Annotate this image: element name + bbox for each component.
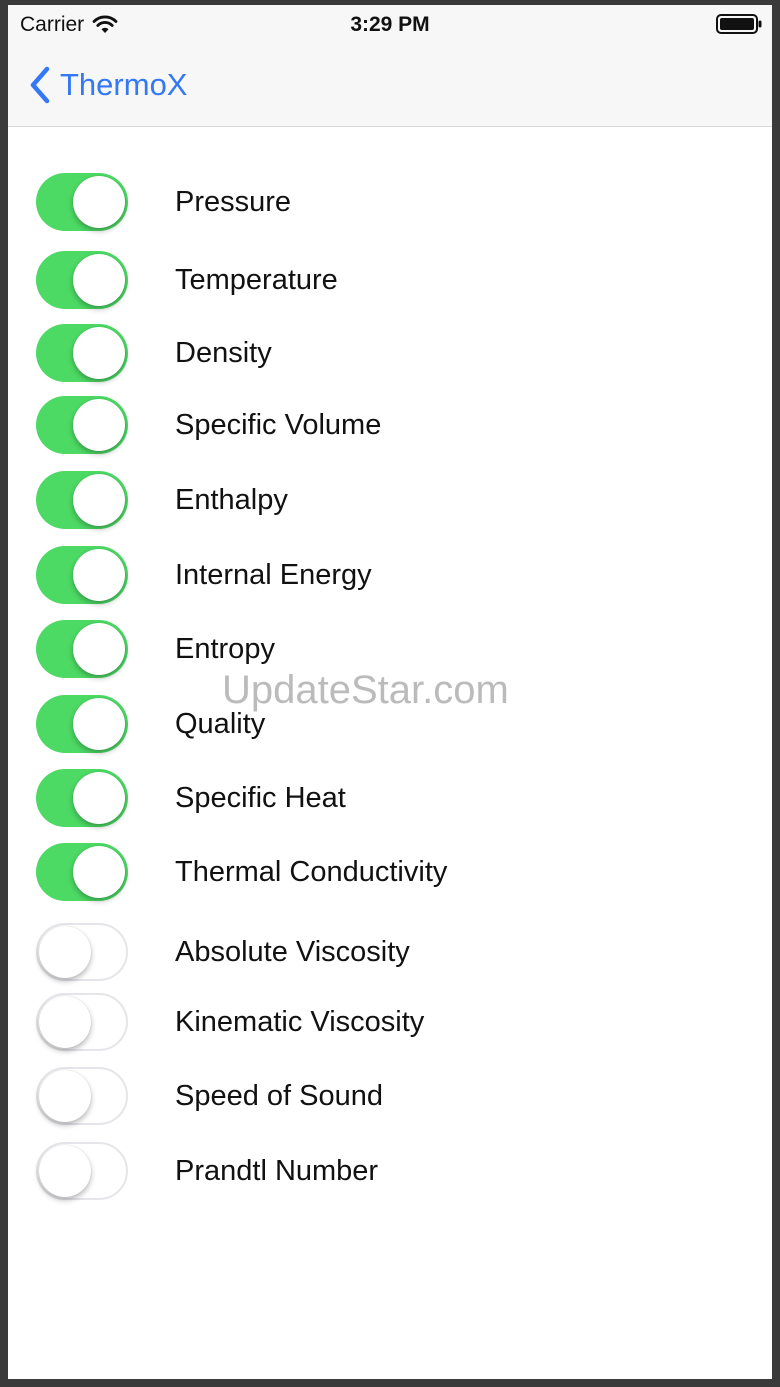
property-row-prandtl-number: Prandtl Number — [8, 1142, 772, 1202]
toggle-switch[interactable] — [36, 620, 128, 678]
toggle-switch[interactable] — [36, 173, 128, 231]
property-label: Quality — [175, 708, 266, 740]
switch-knob — [73, 254, 125, 306]
toggle-switch[interactable] — [36, 324, 128, 382]
toggle-switch[interactable] — [36, 923, 128, 981]
switch-knob — [73, 846, 125, 898]
property-label: Prandtl Number — [175, 1155, 379, 1187]
switch-knob — [39, 996, 91, 1048]
property-label: Specific Heat — [175, 782, 346, 814]
switch-knob — [39, 1070, 91, 1122]
toggle-switch[interactable] — [36, 1142, 128, 1200]
property-row-specific-volume: Specific Volume — [8, 396, 772, 456]
switch-knob — [73, 327, 125, 379]
property-row-speed-of-sound: Speed of Sound — [8, 1067, 772, 1127]
switch-knob — [39, 1145, 91, 1197]
property-row-absolute-viscosity: Absolute Viscosity — [8, 923, 772, 983]
property-label: Absolute Viscosity — [175, 936, 410, 968]
property-label: Specific Volume — [175, 409, 382, 441]
toggle-switch[interactable] — [36, 1067, 128, 1125]
toggle-switch[interactable] — [36, 695, 128, 753]
property-row-specific-heat: Specific Heat — [8, 769, 772, 829]
switch-knob — [73, 623, 125, 675]
property-row-thermal-conductivity: Thermal Conductivity — [8, 843, 772, 903]
property-toggle-list: Pressure Temperature Density Specific Vo… — [8, 5, 772, 1379]
property-row-kinematic-viscosity: Kinematic Viscosity — [8, 993, 772, 1053]
property-row-temperature: Temperature — [8, 251, 772, 311]
property-label: Thermal Conductivity — [175, 856, 448, 888]
toggle-switch[interactable] — [36, 471, 128, 529]
property-label: Kinematic Viscosity — [175, 1006, 425, 1038]
switch-knob — [73, 698, 125, 750]
property-label: Internal Energy — [175, 559, 372, 591]
property-label: Density — [175, 337, 272, 369]
toggle-switch[interactable] — [36, 843, 128, 901]
switch-knob — [39, 926, 91, 978]
switch-knob — [73, 399, 125, 451]
property-row-quality: Quality — [8, 695, 772, 755]
app-screen: Carrier 3:29 PM ThermoX Pressure Tempera… — [8, 5, 772, 1379]
toggle-switch[interactable] — [36, 769, 128, 827]
property-row-internal-energy: Internal Energy — [8, 546, 772, 606]
property-row-entropy: Entropy — [8, 620, 772, 680]
property-label: Pressure — [175, 186, 292, 218]
property-row-enthalpy: Enthalpy — [8, 471, 772, 531]
switch-knob — [73, 474, 125, 526]
toggle-switch[interactable] — [36, 546, 128, 604]
switch-knob — [73, 772, 125, 824]
property-row-density: Density — [8, 324, 772, 384]
toggle-switch[interactable] — [36, 251, 128, 309]
switch-knob — [73, 176, 125, 228]
property-label: Speed of Sound — [175, 1080, 384, 1112]
toggle-switch[interactable] — [36, 396, 128, 454]
property-label: Enthalpy — [175, 484, 288, 516]
property-row-pressure: Pressure — [8, 173, 772, 233]
property-label: Temperature — [175, 264, 338, 296]
toggle-switch[interactable] — [36, 993, 128, 1051]
property-label: Entropy — [175, 633, 275, 665]
switch-knob — [73, 549, 125, 601]
